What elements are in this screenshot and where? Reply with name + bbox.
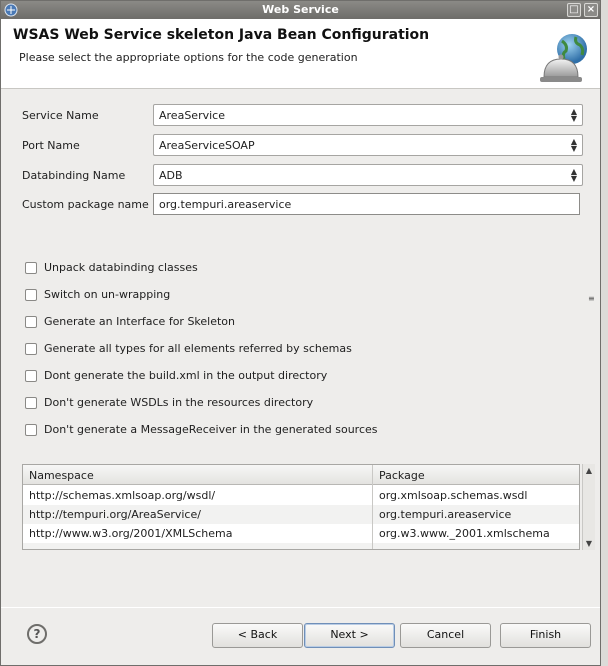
- service-name-value: AreaService: [159, 109, 225, 122]
- checkbox-label: Switch on un-wrapping: [44, 288, 171, 301]
- combo-arrows-icon: ▲ ▼: [570, 167, 578, 183]
- checkbox-box[interactable]: [25, 262, 37, 274]
- namespace-cell: http://tempuri.org/AreaService/: [29, 508, 201, 521]
- table-row[interactable]: http://www.w3.org/2001/XMLSchema org.w3.…: [23, 524, 579, 543]
- cancel-button[interactable]: Cancel: [400, 623, 491, 648]
- table-header: Namespace Package: [23, 465, 579, 485]
- scroll-grip-icon: ≡: [588, 294, 595, 303]
- table-scrollbar[interactable]: ▲ ▼: [582, 464, 595, 550]
- custom-package-label: Custom package name: [22, 198, 149, 211]
- service-name-label: Service Name: [22, 109, 99, 122]
- checkbox-box[interactable]: [25, 316, 37, 328]
- namespace-package-table[interactable]: Namespace Package http://schemas.xmlsoap…: [22, 464, 580, 550]
- package-cell: org.xmlsoap.schemas.wsdl: [379, 489, 528, 502]
- app-icon: [4, 3, 18, 17]
- checkbox-label: Generate an Interface for Skeleton: [44, 315, 236, 328]
- close-button[interactable]: ×: [584, 3, 598, 17]
- help-icon: ?: [33, 627, 41, 641]
- custom-package-input[interactable]: [154, 194, 579, 214]
- wizard-header: WSAS Web Service skeleton Java Bean Conf…: [1, 19, 600, 89]
- column-divider: [372, 465, 373, 549]
- checkbox-box[interactable]: [25, 289, 37, 301]
- checkbox-label: Generate all types for all elements refe…: [44, 342, 352, 355]
- combo-arrows-icon: ▲ ▼: [570, 107, 578, 123]
- table-row-partial[interactable]: [23, 543, 579, 549]
- back-button[interactable]: < Back: [212, 623, 303, 648]
- namespace-cell: http://www.w3.org/2001/XMLSchema: [29, 527, 233, 540]
- checkbox-box[interactable]: [25, 397, 37, 409]
- package-cell: org.w3.www._2001.xmlschema: [379, 527, 550, 540]
- databinding-name-combo[interactable]: ADB ▲ ▼: [153, 164, 583, 186]
- package-column-header[interactable]: Package: [379, 469, 425, 482]
- databinding-name-label: Databinding Name: [22, 169, 126, 182]
- next-button[interactable]: Next >: [304, 623, 395, 648]
- wizard-dialog: Web Service □ × WSAS Web Service skeleto…: [0, 0, 601, 666]
- checkbox-label: Don't generate WSDLs in the resources di…: [44, 396, 314, 409]
- checkbox-box[interactable]: [25, 343, 37, 355]
- table-row[interactable]: http://schemas.xmlsoap.org/wsdl/ org.xml…: [23, 486, 579, 505]
- namespace-cell: http://schemas.xmlsoap.org/wsdl/: [29, 489, 216, 502]
- port-name-combo[interactable]: AreaServiceSOAP ▲ ▼: [153, 134, 583, 156]
- help-button[interactable]: ?: [27, 624, 47, 644]
- maximize-icon: □: [569, 4, 579, 15]
- page-title: WSAS Web Service skeleton Java Bean Conf…: [13, 27, 430, 43]
- title-bar: Web Service □ ×: [1, 1, 600, 19]
- page-description: Please select the appropriate options fo…: [19, 51, 358, 64]
- checkbox-label: Unpack databinding classes: [44, 261, 198, 274]
- port-name-value: AreaServiceSOAP: [159, 139, 255, 152]
- scroll-down-icon[interactable]: ▼: [584, 539, 594, 548]
- namespace-column-header[interactable]: Namespace: [29, 469, 94, 482]
- background-window-edge: [601, 0, 608, 666]
- window-title: Web Service: [262, 3, 339, 16]
- table-row[interactable]: http://tempuri.org/AreaService/ org.temp…: [23, 505, 579, 524]
- globe-bell-icon: [540, 34, 587, 82]
- custom-package-field[interactable]: [153, 193, 580, 215]
- close-icon: ×: [586, 4, 596, 15]
- port-name-label: Port Name: [22, 139, 80, 152]
- footer-separator: [1, 607, 600, 608]
- service-name-combo[interactable]: AreaService ▲ ▼: [153, 104, 583, 126]
- maximize-button[interactable]: □: [567, 3, 581, 17]
- combo-arrows-icon: ▲ ▼: [570, 137, 578, 153]
- checkbox-box[interactable]: [25, 424, 37, 436]
- checkbox-box[interactable]: [25, 370, 37, 382]
- package-cell: org.tempuri.areaservice: [379, 508, 512, 521]
- finish-button[interactable]: Finish: [500, 623, 591, 648]
- checkbox-label: Dont generate the build.xml in the outpu…: [44, 369, 328, 382]
- scroll-up-icon[interactable]: ▲: [584, 466, 594, 475]
- checkbox-label: Don't generate a MessageReceiver in the …: [44, 423, 378, 436]
- databinding-name-value: ADB: [159, 169, 183, 182]
